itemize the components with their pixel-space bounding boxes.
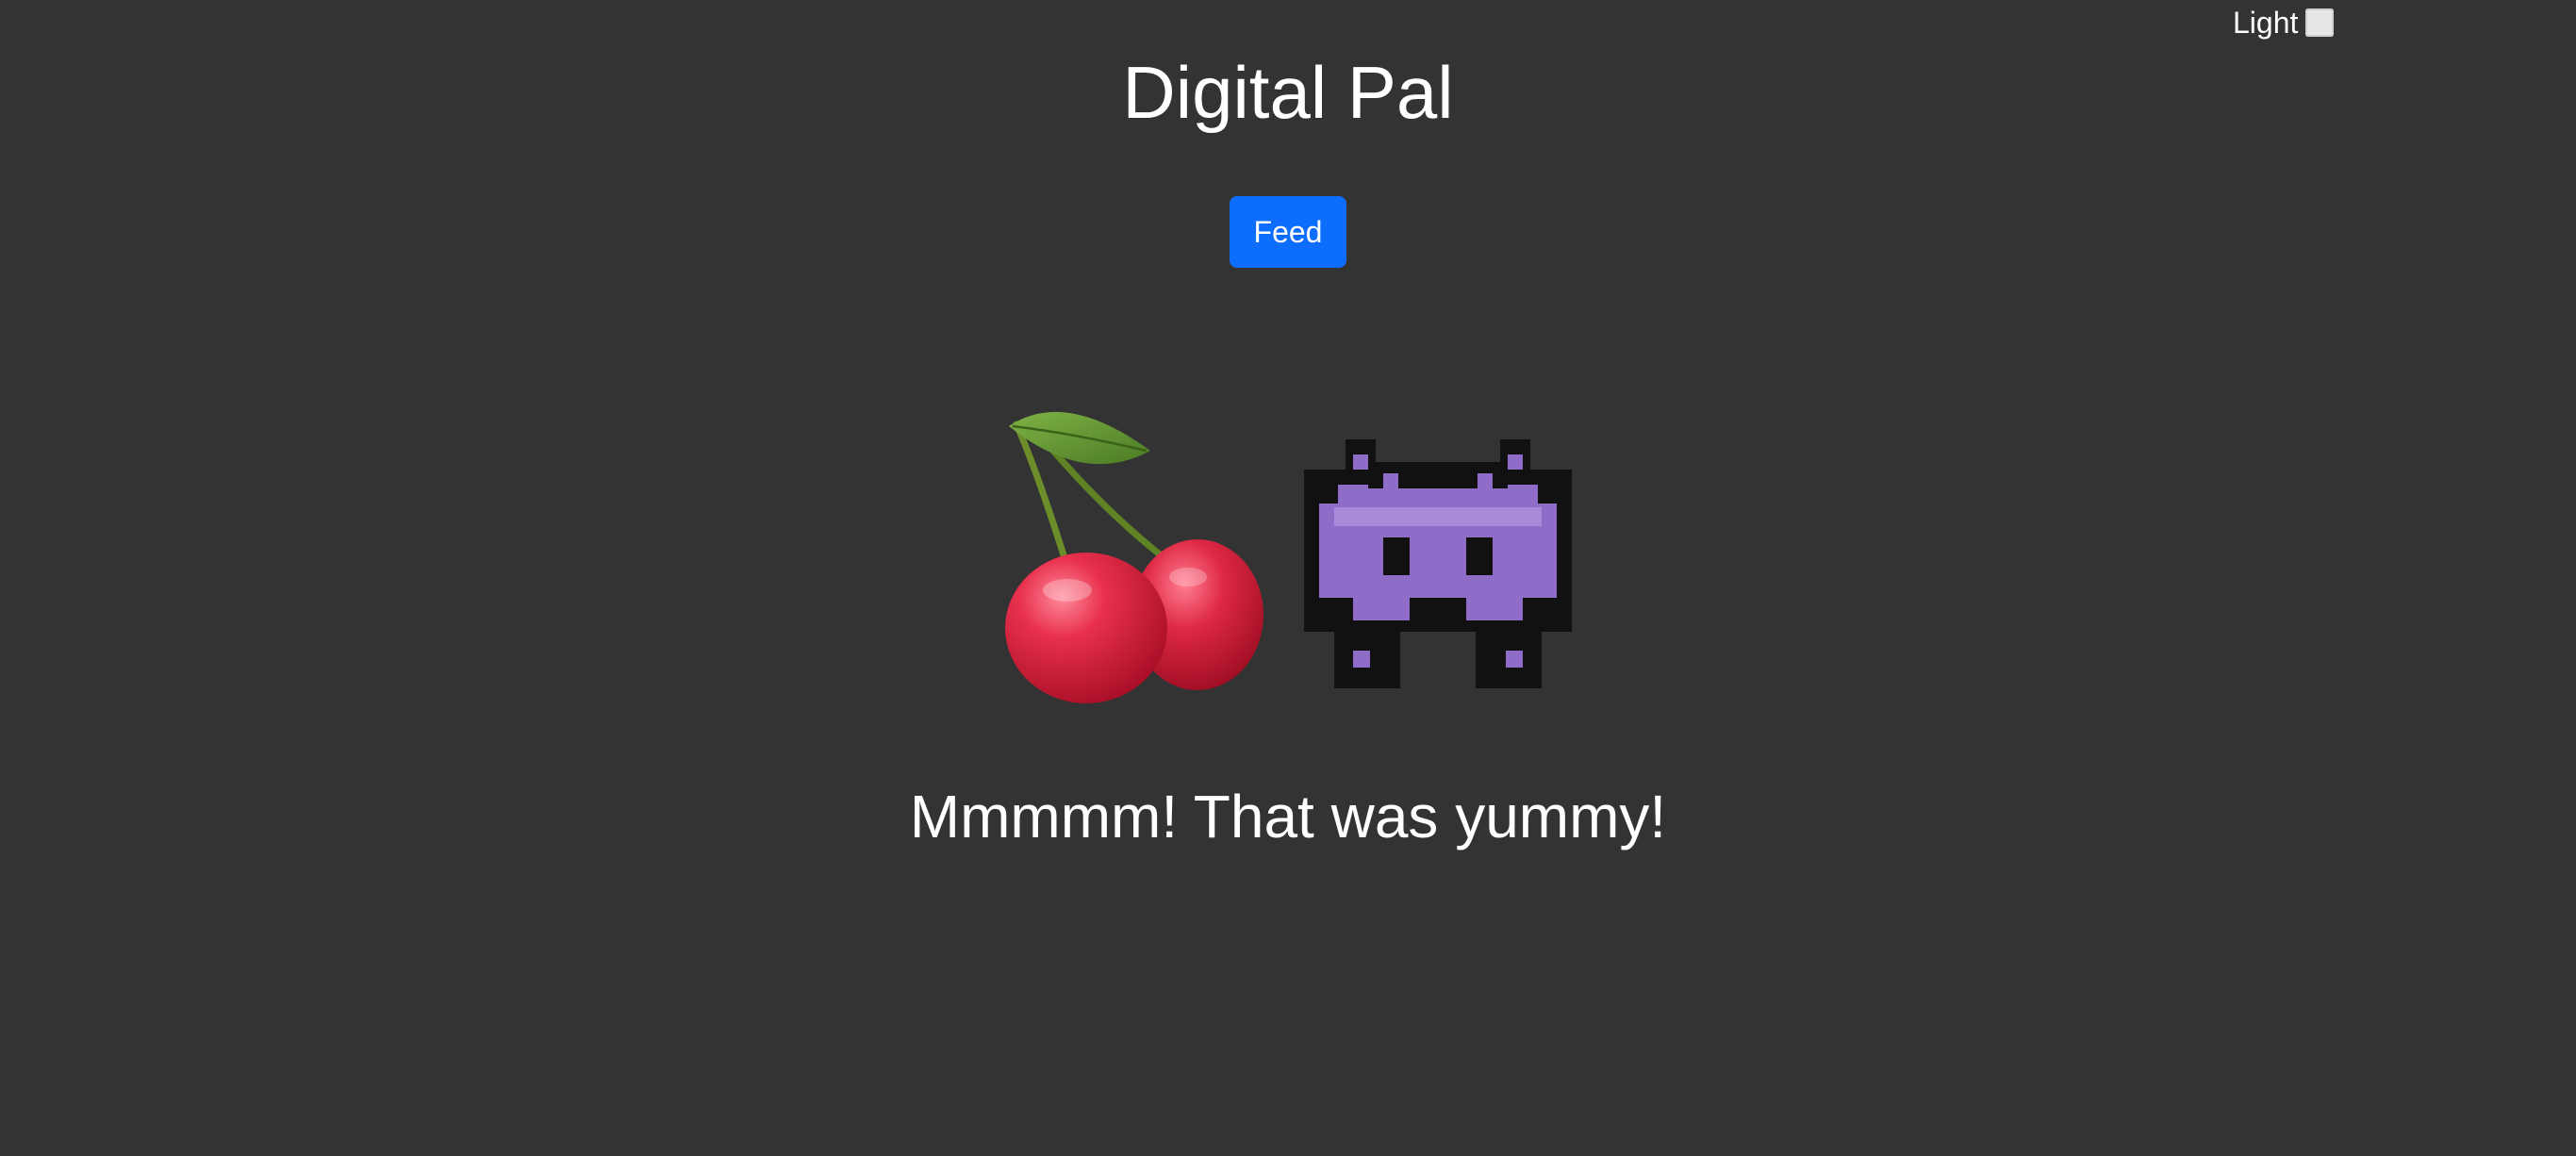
feed-message: Mmmmm! That was yummy!: [909, 783, 1667, 850]
cherries-icon: [1005, 411, 1263, 703]
theme-toggle-label: Light: [2233, 6, 2299, 40]
alien-monster-icon: [1304, 439, 1572, 688]
pet-scene: [999, 405, 1603, 707]
feed-button[interactable]: Feed: [1230, 196, 1346, 268]
page-title: Digital Pal: [1122, 51, 1454, 134]
white-square-icon: [2305, 8, 2335, 37]
theme-toggle[interactable]: Light: [2233, 6, 2335, 40]
